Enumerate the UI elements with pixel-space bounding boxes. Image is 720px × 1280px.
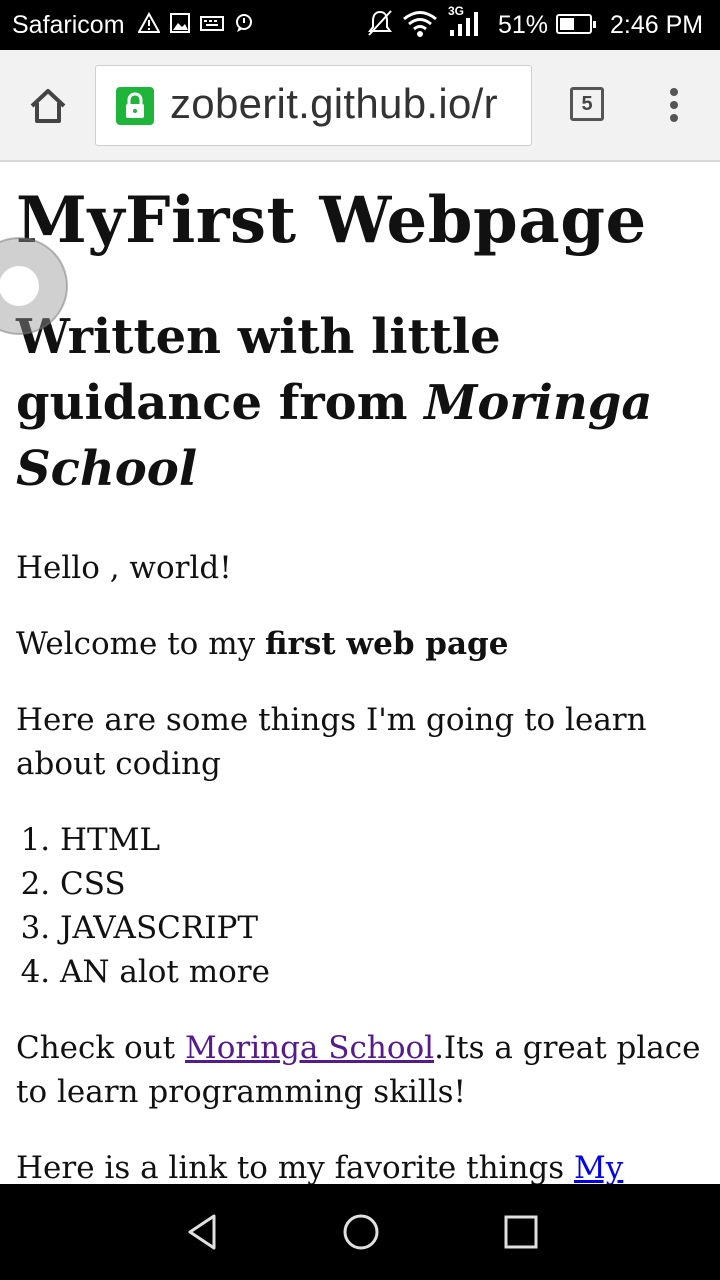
check-lead: Check out (16, 1030, 185, 1066)
tabs-icon[interactable]: 5 (570, 87, 604, 121)
list-item: AN alot more (60, 950, 706, 994)
check-out-text: Check out Moringa School.Its a great pla… (16, 1026, 706, 1114)
keyboard-icon (200, 16, 224, 31)
battery-percent: 51% (498, 11, 549, 39)
navigation-bar (0, 1184, 720, 1280)
things-intro: Here are some things I'm going to learn … (16, 702, 647, 782)
chat-bubble-icon (236, 14, 252, 32)
back-icon[interactable] (182, 1212, 222, 1252)
mute-icon (368, 10, 392, 36)
page-title: MyFirst Webpage (16, 183, 647, 258)
wifi-icon (403, 11, 437, 37)
welcome-text: Welcome to my first web page (16, 622, 706, 666)
home-circle-icon[interactable] (341, 1212, 381, 1252)
page-subtitle: Written with little guidance from Moring… (16, 304, 706, 502)
system-icons: 3G (366, 4, 484, 38)
list-item: CSS (60, 862, 706, 906)
home-icon[interactable] (28, 86, 68, 126)
url-text[interactable]: zoberit.github.io/r (170, 80, 498, 128)
battery-icon (556, 14, 596, 34)
signal-icon (450, 12, 478, 36)
image-icon (170, 13, 190, 33)
moringa-school-link[interactable]: Moringa School (185, 1030, 434, 1066)
warning-icon (138, 12, 160, 33)
address-bar[interactable]: zoberit.github.io/r (95, 65, 532, 146)
list-item: HTML (60, 818, 706, 862)
list-item: JAVASCRIPT (60, 906, 706, 950)
browser-toolbar: zoberit.github.io/r 5 (0, 50, 720, 162)
carrier-name: Safaricom (12, 11, 125, 39)
signal-indicator: 3G (446, 4, 484, 38)
battery-level (560, 18, 574, 30)
clock: 2:46 PM (610, 11, 704, 39)
status-bar: Safaricom 3G 51% 2:46 PM (0, 0, 720, 50)
welcome-lead: Welcome to my (16, 626, 265, 662)
floating-bubble-icon[interactable] (0, 230, 68, 342)
welcome-bold: first web page (264, 626, 509, 662)
lock-icon[interactable] (116, 87, 154, 125)
page-content: MyFirst Webpage Written with little guid… (16, 164, 706, 1234)
recents-icon[interactable] (501, 1212, 541, 1252)
overflow-menu-icon[interactable] (664, 88, 684, 124)
learn-list: HTML CSS JAVASCRIPT AN alot more (16, 818, 706, 994)
fav-lead: Here is a link to my favorite things (16, 1150, 575, 1186)
greeting-text: Hello , world! (16, 550, 232, 586)
notification-icons (138, 12, 255, 34)
